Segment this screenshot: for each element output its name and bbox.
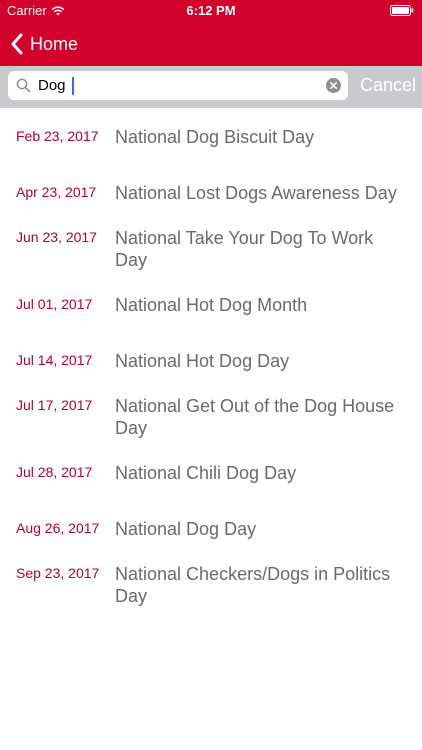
item-title: National Take Your Dog To Work Day [115, 228, 374, 270]
item-date: Feb 23, 2017 [16, 128, 99, 144]
item-date: Aug 26, 2017 [16, 520, 100, 536]
search-bar: Cancel [0, 66, 422, 108]
item-date: Jun 23, 2017 [16, 229, 97, 245]
item-date: Jul 14, 2017 [16, 352, 93, 368]
cancel-button[interactable]: Cancel [360, 73, 416, 97]
text-caret [72, 77, 74, 95]
back-button[interactable]: Home [10, 30, 78, 58]
item-title: National Hot Dog Day [115, 351, 290, 371]
status-time: 6:12 PM [186, 3, 236, 18]
results-list: Feb 23, 2017 National Dog Biscuit Day Ap… [0, 108, 422, 750]
header: Carrier 6:12 PM Home [0, 0, 422, 66]
item-title: National Dog Biscuit Day [115, 127, 315, 147]
item-title: National Lost Dogs Awareness Day [115, 183, 397, 203]
item-date: Jul 01, 2017 [16, 296, 93, 312]
item-date: Sep 23, 2017 [16, 565, 100, 581]
search-icon [16, 78, 31, 93]
back-label: Home [30, 33, 79, 54]
item-date: Jul 17, 2017 [16, 397, 93, 413]
item-date: Apr 23, 2017 [16, 184, 97, 200]
item-title: National Checkers/Dogs in Politics Day [115, 564, 391, 606]
search-input[interactable] [38, 71, 318, 100]
item-title: National Get Out of the Dog House Day [115, 396, 395, 438]
item-title: National Hot Dog Month [115, 295, 308, 315]
item-title: National Dog Day [115, 519, 257, 539]
chevron-left-icon [11, 33, 23, 55]
nav-bar: Home [0, 22, 422, 66]
search-field[interactable] [8, 71, 348, 100]
status-bar: Carrier 6:12 PM [0, 0, 422, 22]
battery-icon [390, 5, 414, 16]
clear-icon[interactable] [326, 78, 341, 93]
item-title: National Chili Dog Day [115, 463, 297, 483]
item-date: Jul 28, 2017 [16, 464, 93, 480]
